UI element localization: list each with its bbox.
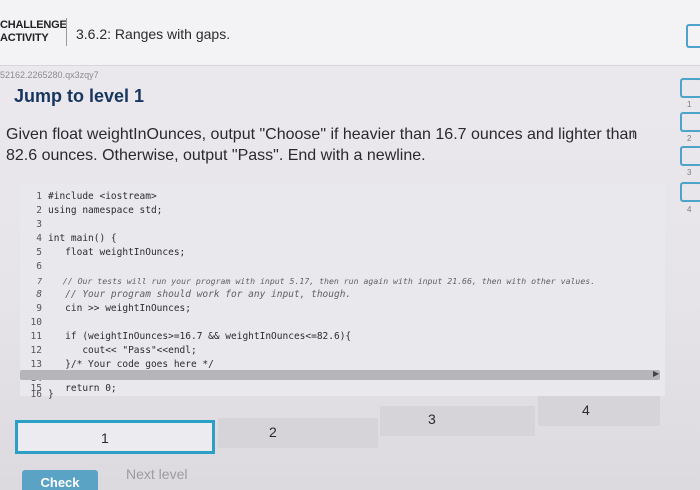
code-line[interactable]: 11 if (weightInOunces>=16.7 && weightInO… <box>20 330 352 344</box>
sidebar-level-2-label: 2 <box>687 134 692 143</box>
code-line[interactable]: 8 // Your program should work for any in… <box>20 288 351 302</box>
code-text: using namespace std; <box>48 205 163 216</box>
sidebar-level-2-icon[interactable] <box>680 112 700 132</box>
level-4-label: 4 <box>582 402 590 418</box>
level-3-label: 3 <box>428 411 436 427</box>
code-text: cin >> weightInOunces; <box>48 303 191 314</box>
code-text: int main() { <box>48 233 117 244</box>
level-4-segment[interactable] <box>538 396 660 426</box>
line-number: 10 <box>30 317 42 328</box>
code-line[interactable]: 2 using namespace std; <box>20 204 162 218</box>
line-number: 1 <box>36 191 42 202</box>
activity-title: 3.6.2: Ranges with gaps. <box>76 26 231 42</box>
level-2-label: 2 <box>269 424 277 440</box>
sidebar-level-1-label: 1 <box>687 100 692 109</box>
horizontal-scrollbar[interactable] <box>20 370 660 380</box>
code-comment: // Our tests will run your program with … <box>48 276 596 286</box>
text-cursor-icon: I <box>632 130 635 141</box>
header-divider <box>66 18 67 46</box>
instructions: Given float weightInOunces, output "Choo… <box>6 126 638 164</box>
line-number: 12 <box>30 345 42 356</box>
code-line[interactable]: 10 <box>20 316 48 330</box>
sidebar-level-3-icon[interactable] <box>680 146 700 166</box>
code-line[interactable]: 7 // Our tests will run your program wit… <box>20 274 595 288</box>
code-text: } <box>48 389 54 400</box>
scroll-right-arrow-icon[interactable]: ▶ <box>653 369 659 378</box>
line-number: 6 <box>36 261 42 272</box>
sidebar-level-3-label: 3 <box>687 168 692 177</box>
line-number: 9 <box>36 303 42 314</box>
line-number: 7 <box>37 276 42 286</box>
level-1-segment[interactable] <box>15 420 215 454</box>
line-number: 5 <box>36 247 42 258</box>
line-number: 11 <box>30 331 42 342</box>
activity-header: CHALLENGE ACTIVITY 3.6.2: Ranges with ga… <box>0 0 700 66</box>
next-level-button[interactable]: Next level <box>126 466 187 482</box>
code-line[interactable]: 1 #include <iostream> <box>20 190 157 204</box>
level-3-segment[interactable] <box>380 406 535 436</box>
code-line[interactable]: 9 cin >> weightInOunces; <box>20 302 191 316</box>
code-editor[interactable]: 1 #include <iostream> 2 using namespace st… <box>20 184 665 396</box>
line-number: 4 <box>36 233 42 244</box>
code-text: return 0; <box>48 383 117 394</box>
code-line[interactable]: 16} <box>20 388 54 402</box>
code-line[interactable]: 4 int main() { <box>20 232 117 246</box>
code-line[interactable]: 3 <box>20 218 48 232</box>
level-title: Jump to level 1 <box>14 86 145 106</box>
sidebar-level-4-icon[interactable] <box>680 182 700 202</box>
code-comment: // Your program should work for any inpu… <box>48 289 352 300</box>
line-number: 16 <box>30 389 42 400</box>
activity-id: 52162.2265280.qx3zqy7 <box>0 70 99 80</box>
code-line[interactable]: 5 float weightInOunces; <box>20 246 185 260</box>
level-1-label: 1 <box>101 430 109 446</box>
code-text: float weightInOunces; <box>48 247 186 258</box>
level-2-segment[interactable] <box>218 418 378 448</box>
line-number: 3 <box>36 219 42 230</box>
code-line[interactable]: 12 cout<< "Pass"<<endl; <box>20 344 197 358</box>
line-number: 8 <box>36 289 42 300</box>
code-text: if (weightInOunces>=16.7 && weightInOunc… <box>48 331 352 342</box>
line-number: 2 <box>36 205 42 216</box>
badge-line-2: ACTIVITY <box>0 32 49 44</box>
badge-line-1: CHALLENGE <box>0 19 67 31</box>
code-text: }/* Your code goes here */ <box>48 359 214 370</box>
activity-progress-icon <box>686 24 700 48</box>
check-button[interactable]: Check <box>22 470 98 490</box>
code-line[interactable]: 6 <box>20 260 48 274</box>
challenge-activity-badge: CHALLENGE ACTIVITY <box>0 19 67 45</box>
code-text: cout<< "Pass"<<endl; <box>48 345 197 356</box>
sidebar-level-1-icon[interactable] <box>680 78 700 98</box>
sidebar-level-4-label: 4 <box>687 205 692 214</box>
code-text: #include <iostream> <box>48 191 157 202</box>
